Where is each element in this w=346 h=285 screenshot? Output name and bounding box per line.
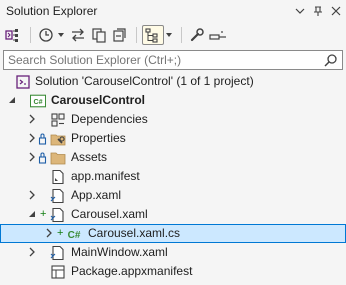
preview-selected-items-button[interactable] (208, 25, 228, 45)
pending-add-icon: + (40, 208, 47, 220)
lock-icon (38, 133, 47, 145)
search-icon[interactable] (324, 53, 338, 67)
refresh-documents-icon (92, 28, 106, 43)
collapse-all-icon (113, 28, 126, 42)
expanded-triangle-icon[interactable] (7, 95, 17, 105)
tree-item-label: Assets (71, 150, 108, 164)
caret-down-icon (58, 33, 64, 37)
properties-button[interactable] (187, 25, 207, 45)
tree-item-app-manifest[interactable]: app.manifest (0, 167, 346, 186)
window-position-dropdown-button[interactable] (292, 3, 308, 19)
history-clock-icon (39, 28, 53, 42)
tree-item-solution[interactable]: Solution 'CarouselControl' (1 of 1 proje… (0, 72, 346, 91)
search-box[interactable] (3, 50, 343, 70)
collapsed-chevron-icon[interactable] (27, 152, 37, 162)
collapse-all-button[interactable] (110, 25, 130, 45)
tree-item-properties[interactable]: Properties (0, 129, 346, 148)
csharp-file-icon: C# (68, 230, 81, 241)
close-button[interactable] (328, 3, 344, 19)
toolbar-separator (136, 27, 137, 43)
toolbar-separator (181, 27, 182, 43)
collapsed-chevron-icon[interactable] (27, 114, 37, 124)
collapsed-chevron-icon[interactable] (27, 247, 37, 257)
tree-item-label: MainWindow.xaml (71, 245, 168, 259)
wrench-icon (190, 28, 204, 42)
tree-item-assets[interactable]: Assets (0, 148, 346, 167)
pending-changes-dropdown[interactable] (57, 25, 65, 45)
svg-text:C#: C# (68, 230, 81, 241)
pending-changes-filter-button[interactable] (36, 25, 56, 45)
solution-icon (16, 75, 30, 89)
xaml-file-icon (50, 207, 64, 223)
show-all-files-button[interactable] (142, 25, 164, 45)
close-icon (331, 6, 341, 16)
chevron-down-icon (295, 8, 305, 14)
refresh-button[interactable] (89, 25, 109, 45)
title-bar: Solution Explorer (0, 0, 346, 22)
xaml-file-icon (50, 245, 64, 261)
collapsed-chevron-icon[interactable] (27, 190, 37, 200)
switch-views-button[interactable] (4, 25, 24, 45)
tree-item-label: Package.appxmanifest (71, 264, 193, 278)
tree-item-mainwindow-xaml[interactable]: MainWindow.xaml (0, 243, 346, 262)
tree-item-app-xaml[interactable]: App.xaml (0, 186, 346, 205)
tree-item-dependencies[interactable]: Dependencies (0, 110, 346, 129)
collapsed-chevron-icon[interactable] (44, 228, 54, 238)
tree-view-icon (145, 28, 158, 43)
pin-button[interactable] (310, 3, 326, 19)
caret-down-icon (166, 33, 172, 37)
collapsed-chevron-icon[interactable] (27, 133, 37, 143)
sync-arrows-icon (72, 28, 84, 42)
folder-icon (50, 152, 66, 165)
manifest-file-icon (52, 169, 64, 185)
search-input[interactable] (8, 53, 308, 67)
csharp-project-icon: C# (30, 94, 46, 108)
tree-item-label: CarouselControl (51, 93, 146, 107)
lock-icon (38, 152, 47, 164)
properties-folder-icon (50, 134, 66, 146)
tree-item-carousel-xaml-cs[interactable]: + C# Carousel.xaml.cs (0, 224, 346, 243)
title-buttons (292, 3, 344, 19)
dependencies-icon (51, 113, 65, 127)
pending-add-icon: + (57, 227, 64, 239)
xaml-file-icon (50, 188, 64, 204)
panel-title: Solution Explorer (6, 4, 98, 18)
pin-icon (314, 6, 322, 16)
toolbar-separator (30, 27, 31, 43)
tree-item-label: Carousel.xaml (71, 207, 148, 221)
tree-item-package-appxmanifest[interactable]: Package.appxmanifest (0, 262, 346, 281)
tree-item-project[interactable]: C# CarouselControl (0, 91, 346, 110)
preview-pin-icon (209, 31, 226, 40)
expanded-triangle-icon[interactable] (27, 209, 37, 219)
solution-explorer-panel: Solution Explorer Search Solution Explor… (0, 0, 346, 285)
show-all-files-dropdown[interactable] (165, 25, 173, 45)
switch-views-icon (5, 29, 18, 42)
tree-item-carousel-xaml[interactable]: + Carousel.xaml (0, 205, 346, 224)
tree-item-label: Properties (71, 131, 126, 145)
tree-item-label: Solution 'CarouselControl' (1 of 1 proje… (35, 74, 254, 88)
toolbar (0, 22, 346, 48)
sync-with-active-document-button[interactable] (68, 25, 88, 45)
tree-item-label: Dependencies (71, 112, 148, 126)
solution-tree: Solution 'CarouselControl' (1 of 1 proje… (0, 72, 346, 281)
tree-item-label: Carousel.xaml.cs (88, 226, 181, 240)
tree-item-label: App.xaml (71, 188, 122, 202)
svg-text:C#: C# (33, 98, 42, 106)
package-manifest-icon (51, 265, 65, 279)
tree-item-label: app.manifest (71, 169, 140, 183)
